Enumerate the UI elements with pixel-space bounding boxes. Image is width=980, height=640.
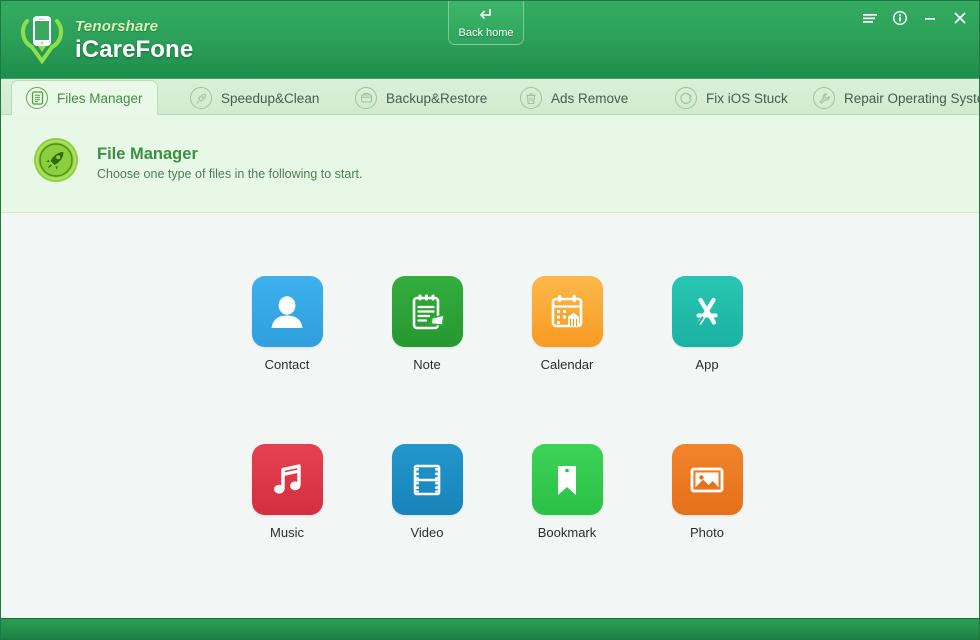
file-type-label: Calendar bbox=[541, 357, 594, 372]
icarefone-logo-icon bbox=[19, 11, 65, 67]
file-type-bookmark[interactable]: Bookmark bbox=[497, 444, 637, 540]
title-bar: Tenorshare iCareFone Back home bbox=[1, 1, 980, 79]
file-type-photo[interactable]: Photo bbox=[637, 444, 777, 540]
refresh-icon bbox=[675, 87, 697, 109]
contact-icon bbox=[252, 276, 323, 347]
tab-speedup-clean[interactable]: Speedup&Clean bbox=[176, 81, 333, 115]
info-button[interactable] bbox=[887, 7, 913, 29]
music-icon bbox=[252, 444, 323, 515]
file-type-note[interactable]: Note bbox=[357, 276, 497, 372]
file-type-content-area: Contact Note bbox=[1, 214, 980, 618]
page-title: File Manager bbox=[97, 145, 198, 164]
status-bar bbox=[1, 618, 980, 639]
note-icon bbox=[392, 276, 463, 347]
box-icon bbox=[355, 87, 377, 109]
file-type-label: Note bbox=[413, 357, 440, 372]
file-type-label: Bookmark bbox=[538, 525, 597, 540]
wrench-icon bbox=[813, 87, 835, 109]
main-tab-bar: Files Manager Speedup&Clean Backup&R bbox=[1, 79, 980, 115]
file-type-app[interactable]: App bbox=[637, 276, 777, 372]
tab-ads-remove[interactable]: Ads Remove bbox=[506, 81, 642, 115]
back-arrow-icon bbox=[478, 6, 494, 25]
page-subtitle: Choose one type of files in the followin… bbox=[97, 167, 362, 181]
bookmark-icon bbox=[532, 444, 603, 515]
tab-label: Speedup&Clean bbox=[221, 91, 319, 106]
file-type-label: Video bbox=[410, 525, 443, 540]
calendar-icon bbox=[532, 276, 603, 347]
rocket-icon bbox=[190, 87, 212, 109]
file-type-label: Contact bbox=[265, 357, 310, 372]
trash-icon bbox=[520, 87, 542, 109]
brand-product-name: iCareFone bbox=[75, 36, 193, 64]
minimize-button[interactable] bbox=[917, 7, 943, 29]
file-type-grid: Contact Note bbox=[217, 276, 777, 540]
tab-backup-restore[interactable]: Backup&Restore bbox=[341, 81, 501, 115]
window-controls bbox=[857, 7, 973, 29]
tab-label: Fix iOS Stuck bbox=[706, 91, 788, 106]
rocket-badge-icon bbox=[33, 137, 79, 183]
video-icon bbox=[392, 444, 463, 515]
menu-button[interactable] bbox=[857, 7, 883, 29]
tab-label: Repair Operating System bbox=[844, 91, 980, 106]
tab-fix-ios-stuck[interactable]: Fix iOS Stuck bbox=[661, 81, 802, 115]
tab-files-manager[interactable]: Files Manager bbox=[11, 80, 158, 115]
file-type-music[interactable]: Music bbox=[217, 444, 357, 540]
back-home-button[interactable]: Back home bbox=[448, 1, 524, 45]
tab-label: Ads Remove bbox=[551, 91, 628, 106]
file-type-calendar[interactable]: Calendar bbox=[497, 276, 637, 372]
document-list-icon bbox=[26, 87, 48, 109]
tab-repair-operating-system[interactable]: Repair Operating System bbox=[799, 81, 980, 115]
tab-label: Files Manager bbox=[57, 91, 143, 106]
file-type-label: Music bbox=[270, 525, 304, 540]
brand-company-name: Tenorshare bbox=[75, 17, 193, 36]
brand-text: Tenorshare iCareFone bbox=[75, 15, 193, 64]
photo-icon bbox=[672, 444, 743, 515]
brand-logo-area: Tenorshare iCareFone bbox=[19, 11, 193, 67]
appstore-icon bbox=[672, 276, 743, 347]
file-type-label: App bbox=[695, 357, 718, 372]
file-type-label: Photo bbox=[690, 525, 724, 540]
application-window: Tenorshare iCareFone Back home bbox=[0, 0, 980, 640]
file-type-video[interactable]: Video bbox=[357, 444, 497, 540]
close-button[interactable] bbox=[947, 7, 973, 29]
file-manager-header-panel: File Manager Choose one type of files in… bbox=[1, 115, 980, 213]
back-home-label: Back home bbox=[458, 27, 513, 39]
file-type-contact[interactable]: Contact bbox=[217, 276, 357, 372]
tab-label: Backup&Restore bbox=[386, 91, 487, 106]
